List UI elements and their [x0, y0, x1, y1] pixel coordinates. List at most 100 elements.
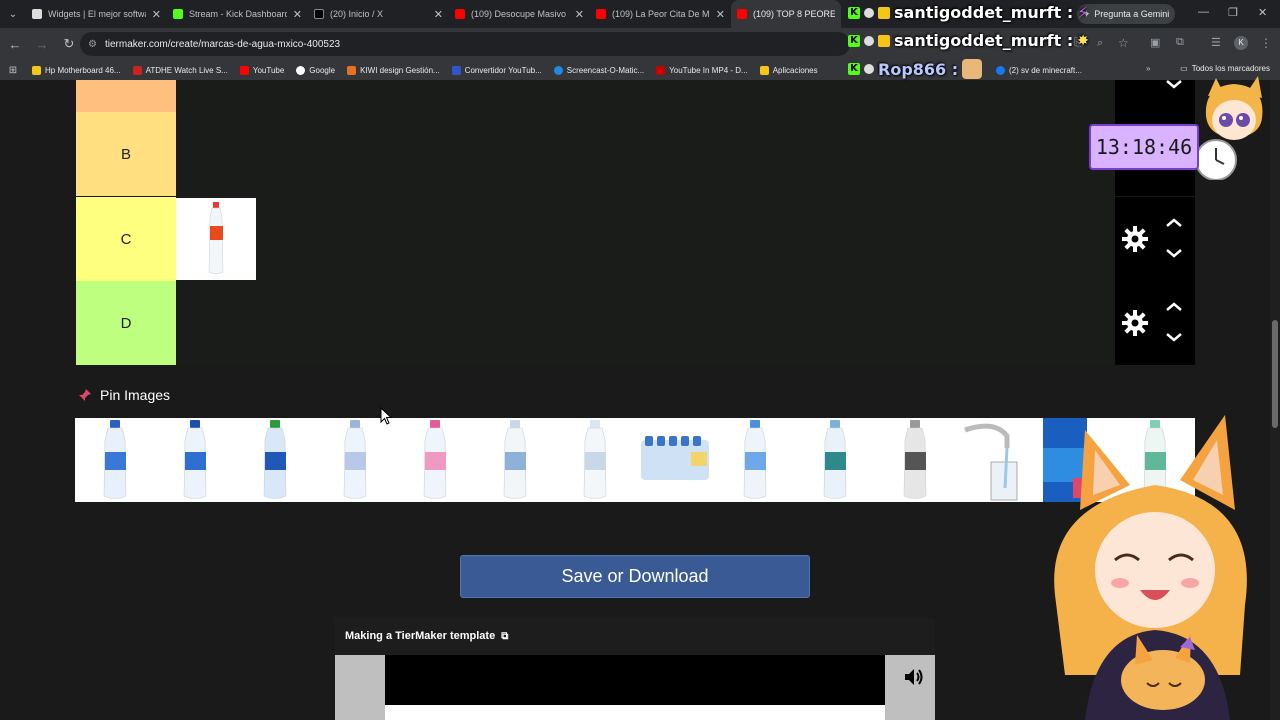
- chevron-down-icon[interactable]: [1165, 247, 1183, 259]
- address-bar[interactable]: ⚙ tiermaker.com/create/marcas-de-agua-mx…: [80, 32, 850, 56]
- scrollbar-thumb[interactable]: [1272, 320, 1278, 428]
- badge-icon: [864, 7, 874, 18]
- bottle-image-icon: [263, 420, 287, 499]
- tier-label[interactable]: [76, 80, 176, 112]
- bookmark-item[interactable]: Aplicaciones: [754, 65, 824, 75]
- close-icon[interactable]: ✕: [152, 8, 161, 21]
- kick-badge-icon: K: [848, 34, 860, 47]
- tab-youtube-2[interactable]: (109) La Peor Cita De Mi V ✕: [590, 0, 731, 28]
- menu-icon[interactable]: ⋮: [1260, 36, 1272, 50]
- pool-item-bonafont[interactable]: [315, 418, 395, 502]
- tier-row-d: D: [76, 281, 1195, 365]
- all-bookmarks[interactable]: ▭ Todos los marcadores: [1180, 64, 1270, 73]
- pool-item-pack[interactable]: [635, 418, 715, 502]
- chevron-up-icon[interactable]: [1165, 217, 1183, 229]
- pool-item-bottle[interactable]: [715, 418, 795, 502]
- close-icon[interactable]: ✕: [434, 8, 443, 21]
- tab-kick-dashboard[interactable]: Stream - Kick Dashboard ✕: [167, 0, 308, 28]
- extension-icon[interactable]: ▣: [1150, 36, 1160, 49]
- reload-icon[interactable]: ↻: [57, 32, 81, 56]
- pushpin-icon[interactable]: [78, 388, 92, 402]
- bookmark-item[interactable]: YouTube In MP4 - D...: [650, 65, 754, 75]
- chevron-down-icon[interactable]: [1165, 80, 1183, 90]
- tier-label[interactable]: C: [76, 197, 176, 281]
- pool-item-evian[interactable]: [395, 418, 475, 502]
- forward-icon[interactable]: →: [30, 32, 54, 56]
- bookmark-item[interactable]: Convertidor YouTub...: [446, 65, 548, 75]
- close-icon[interactable]: ✕: [575, 8, 584, 21]
- bookmark-item[interactable]: KIWI design Gestión...: [341, 65, 446, 75]
- bookmark-item[interactable]: Hp Motherboard 46...: [26, 65, 127, 75]
- pool-item-aquafina[interactable]: [155, 418, 235, 502]
- bottle-image-icon: [103, 420, 127, 499]
- pool-item-bottle[interactable]: [475, 418, 555, 502]
- video-player[interactable]: [335, 655, 935, 720]
- tab-title: (20) Inicio / X: [330, 9, 384, 19]
- kick-badge-icon: K: [848, 6, 860, 19]
- back-icon[interactable]: ←: [3, 32, 27, 56]
- tier-drop-zone[interactable]: [176, 197, 1115, 281]
- crown-badge-icon: [878, 6, 890, 19]
- speaker-icon[interactable]: [902, 665, 926, 689]
- bookmark-item[interactable]: Google: [290, 65, 341, 75]
- tier-drop-zone[interactable]: [176, 281, 1115, 365]
- pool-item-faucet-glass[interactable]: [955, 418, 1035, 502]
- pool-item-bottle[interactable]: [555, 418, 635, 502]
- zoom-icon[interactable]: ⌕: [1097, 37, 1103, 50]
- tab-youtube-1[interactable]: (109) Desocupe Masivo - Y ✕: [449, 0, 590, 28]
- tab-youtube-3[interactable]: (109) TOP 8 PEORES PRO: [731, 0, 841, 28]
- tier-item-water-bottle[interactable]: [176, 198, 256, 280]
- reading-list-icon[interactable]: ☰: [1211, 36, 1221, 49]
- tab-title: Widgets | El mejor software: [48, 9, 146, 19]
- gemini-button[interactable]: ✦ Pregunta a Gemini: [1077, 4, 1175, 24]
- gear-icon[interactable]: [1121, 225, 1149, 253]
- bookmark-item[interactable]: YouTube: [234, 65, 290, 75]
- tier-controls: [1115, 80, 1195, 112]
- copy-link-icon[interactable]: ⧉: [501, 631, 508, 642]
- pool-item-voss[interactable]: [875, 418, 955, 502]
- bookmark-star-icon[interactable]: ☆: [1118, 36, 1129, 50]
- tier-drop-zone[interactable]: [176, 112, 1115, 196]
- bottle-image-icon: [823, 420, 847, 499]
- pool-item-dasani[interactable]: [235, 418, 315, 502]
- pool-item-bottle[interactable]: [75, 418, 155, 502]
- gear-icon[interactable]: [1121, 309, 1149, 337]
- bookmark-item[interactable]: (2) sv de minecraft...: [990, 65, 1088, 75]
- extensions-puzzle-icon[interactable]: ⧉: [1176, 36, 1184, 49]
- save-or-download-button[interactable]: Save or Download: [460, 555, 810, 598]
- facebook-icon: [996, 65, 1005, 75]
- pin-images-label: Pin Images: [100, 387, 171, 403]
- bookmark-item[interactable]: ATDHE Watch Live S...: [127, 65, 234, 75]
- site-info-icon[interactable]: ⚙: [88, 39, 97, 50]
- url-text: tiermaker.com/create/marcas-de-agua-mxic…: [104, 38, 341, 50]
- image-pool: [75, 418, 1195, 502]
- emote-icon: ⚡: [1077, 3, 1089, 22]
- tab-x[interactable]: (20) Inicio / X ✕: [308, 0, 449, 28]
- more-bookmarks-icon[interactable]: »: [1146, 64, 1150, 73]
- bookmark-favicon-icon: [656, 65, 666, 75]
- bottle-image-icon: [423, 420, 447, 499]
- bookmark-label: (2) sv de minecraft...: [1009, 65, 1082, 75]
- close-icon[interactable]: ✕: [716, 8, 725, 21]
- maximize-icon[interactable]: ❐: [1228, 6, 1238, 19]
- bookmark-label: Hp Motherboard 46...: [45, 65, 121, 75]
- bookmark-label: Aplicaciones: [772, 65, 818, 75]
- badge-icon: [864, 64, 874, 74]
- tier-label[interactable]: B: [76, 112, 176, 196]
- tab-search-icon[interactable]: ⌄: [0, 0, 26, 28]
- tier-label[interactable]: D: [76, 281, 176, 365]
- tab-widgets[interactable]: Widgets | El mejor software ✕: [26, 0, 167, 28]
- close-icon[interactable]: ✕: [293, 8, 302, 21]
- pool-item-bottle[interactable]: [795, 418, 875, 502]
- close-window-icon[interactable]: ✕: [1258, 6, 1267, 19]
- minimize-icon[interactable]: —: [1198, 6, 1209, 18]
- profile-avatar[interactable]: K: [1234, 36, 1248, 50]
- apps-grid-icon[interactable]: ⊞: [0, 65, 26, 76]
- mascot-fox-girl-character: [1054, 415, 1247, 720]
- chevron-up-icon[interactable]: [1165, 301, 1183, 313]
- kick-icon: [173, 9, 183, 19]
- chevron-down-icon[interactable]: [1165, 331, 1183, 343]
- tier-drop-zone[interactable]: [176, 80, 1115, 112]
- youtube-icon: [737, 9, 747, 19]
- bookmark-item[interactable]: Screencast-O-Matic...: [548, 65, 650, 75]
